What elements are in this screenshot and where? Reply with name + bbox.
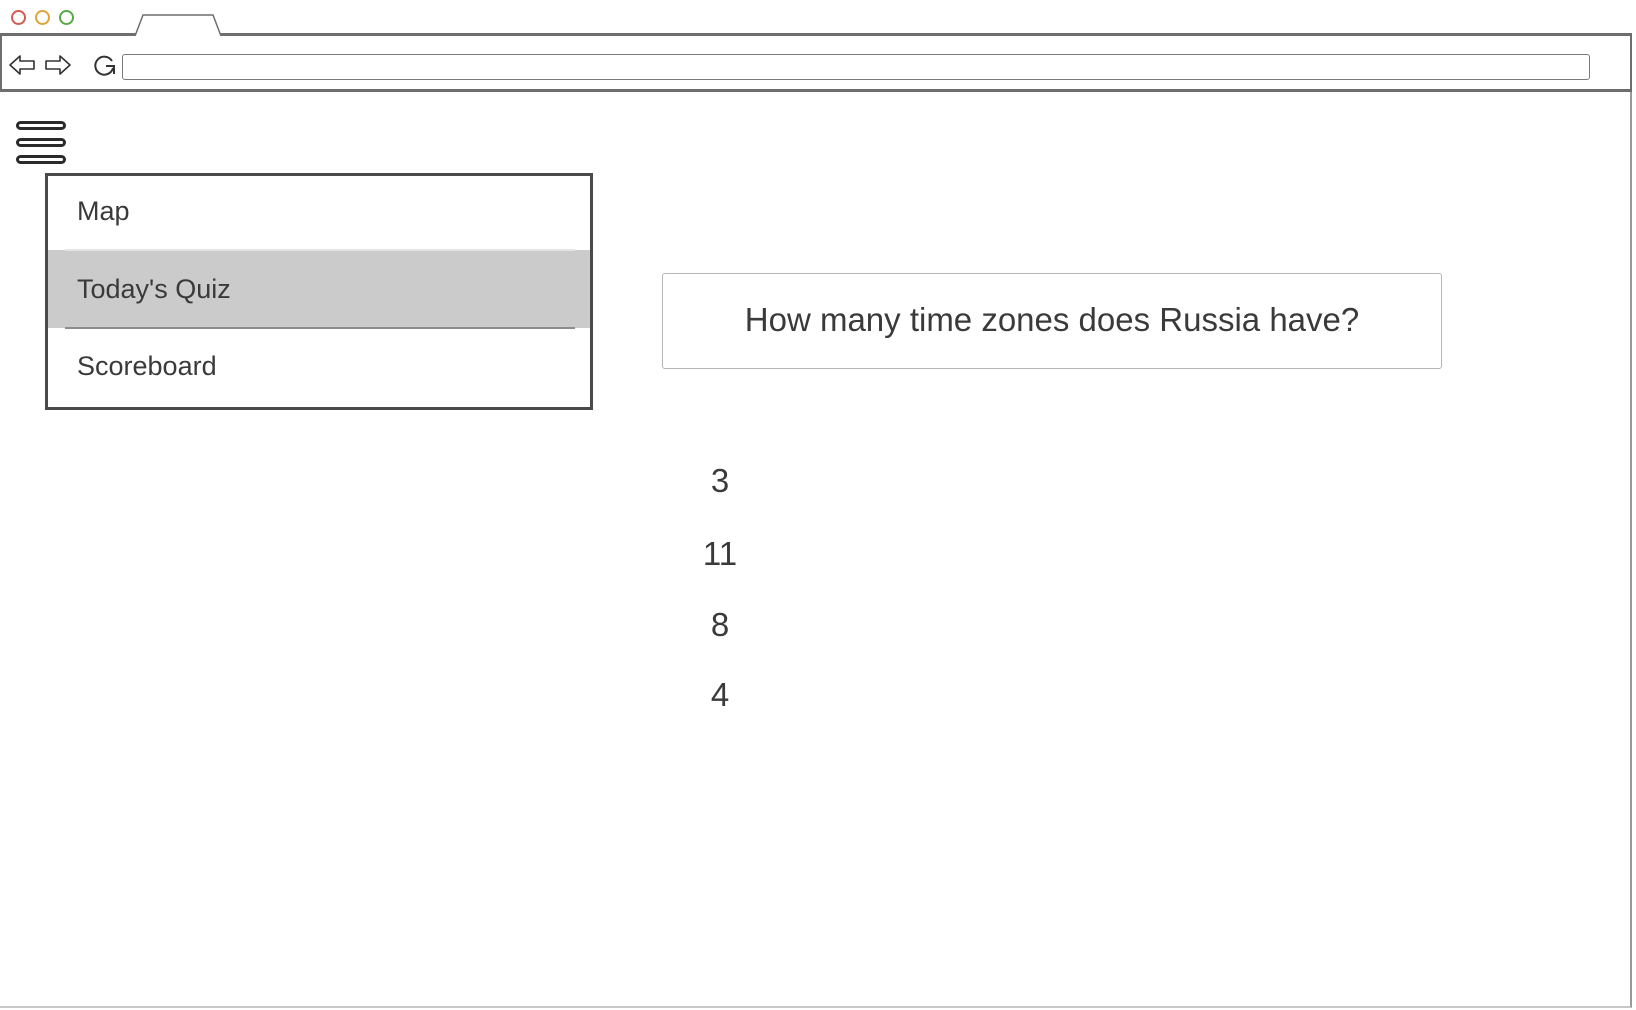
hamburger-bar — [16, 121, 66, 130]
browser-tab[interactable] — [134, 14, 222, 36]
forward-arrow-icon[interactable] — [44, 54, 72, 76]
navigation-dropdown-menu: Map Today's Quiz Scoreboard — [45, 173, 593, 410]
back-arrow-icon[interactable] — [8, 54, 36, 76]
menu-item-map[interactable]: Map — [48, 176, 590, 250]
menu-divider — [65, 327, 575, 329]
answer-option[interactable]: 11 — [680, 535, 760, 573]
browser-nav-bar — [0, 36, 1632, 92]
answer-option[interactable]: 4 — [680, 676, 760, 714]
menu-item-todays-quiz[interactable]: Today's Quiz — [48, 250, 590, 328]
hamburger-menu-icon[interactable] — [16, 121, 68, 169]
minimize-dot-icon[interactable] — [35, 10, 50, 25]
answer-option[interactable]: 8 — [680, 606, 760, 644]
maximize-dot-icon[interactable] — [59, 10, 74, 25]
close-dot-icon[interactable] — [11, 10, 26, 25]
hamburger-bar — [16, 138, 66, 147]
browser-window — [0, 0, 1632, 1008]
menu-item-scoreboard[interactable]: Scoreboard — [48, 328, 590, 407]
answer-option[interactable]: 3 — [680, 462, 760, 500]
quiz-question: How many time zones does Russia have? — [662, 273, 1442, 369]
menu-divider — [65, 249, 575, 251]
reload-icon[interactable] — [92, 53, 118, 77]
hamburger-bar — [16, 155, 66, 164]
url-input[interactable] — [122, 54, 1590, 80]
browser-tab-strip — [0, 0, 1632, 36]
